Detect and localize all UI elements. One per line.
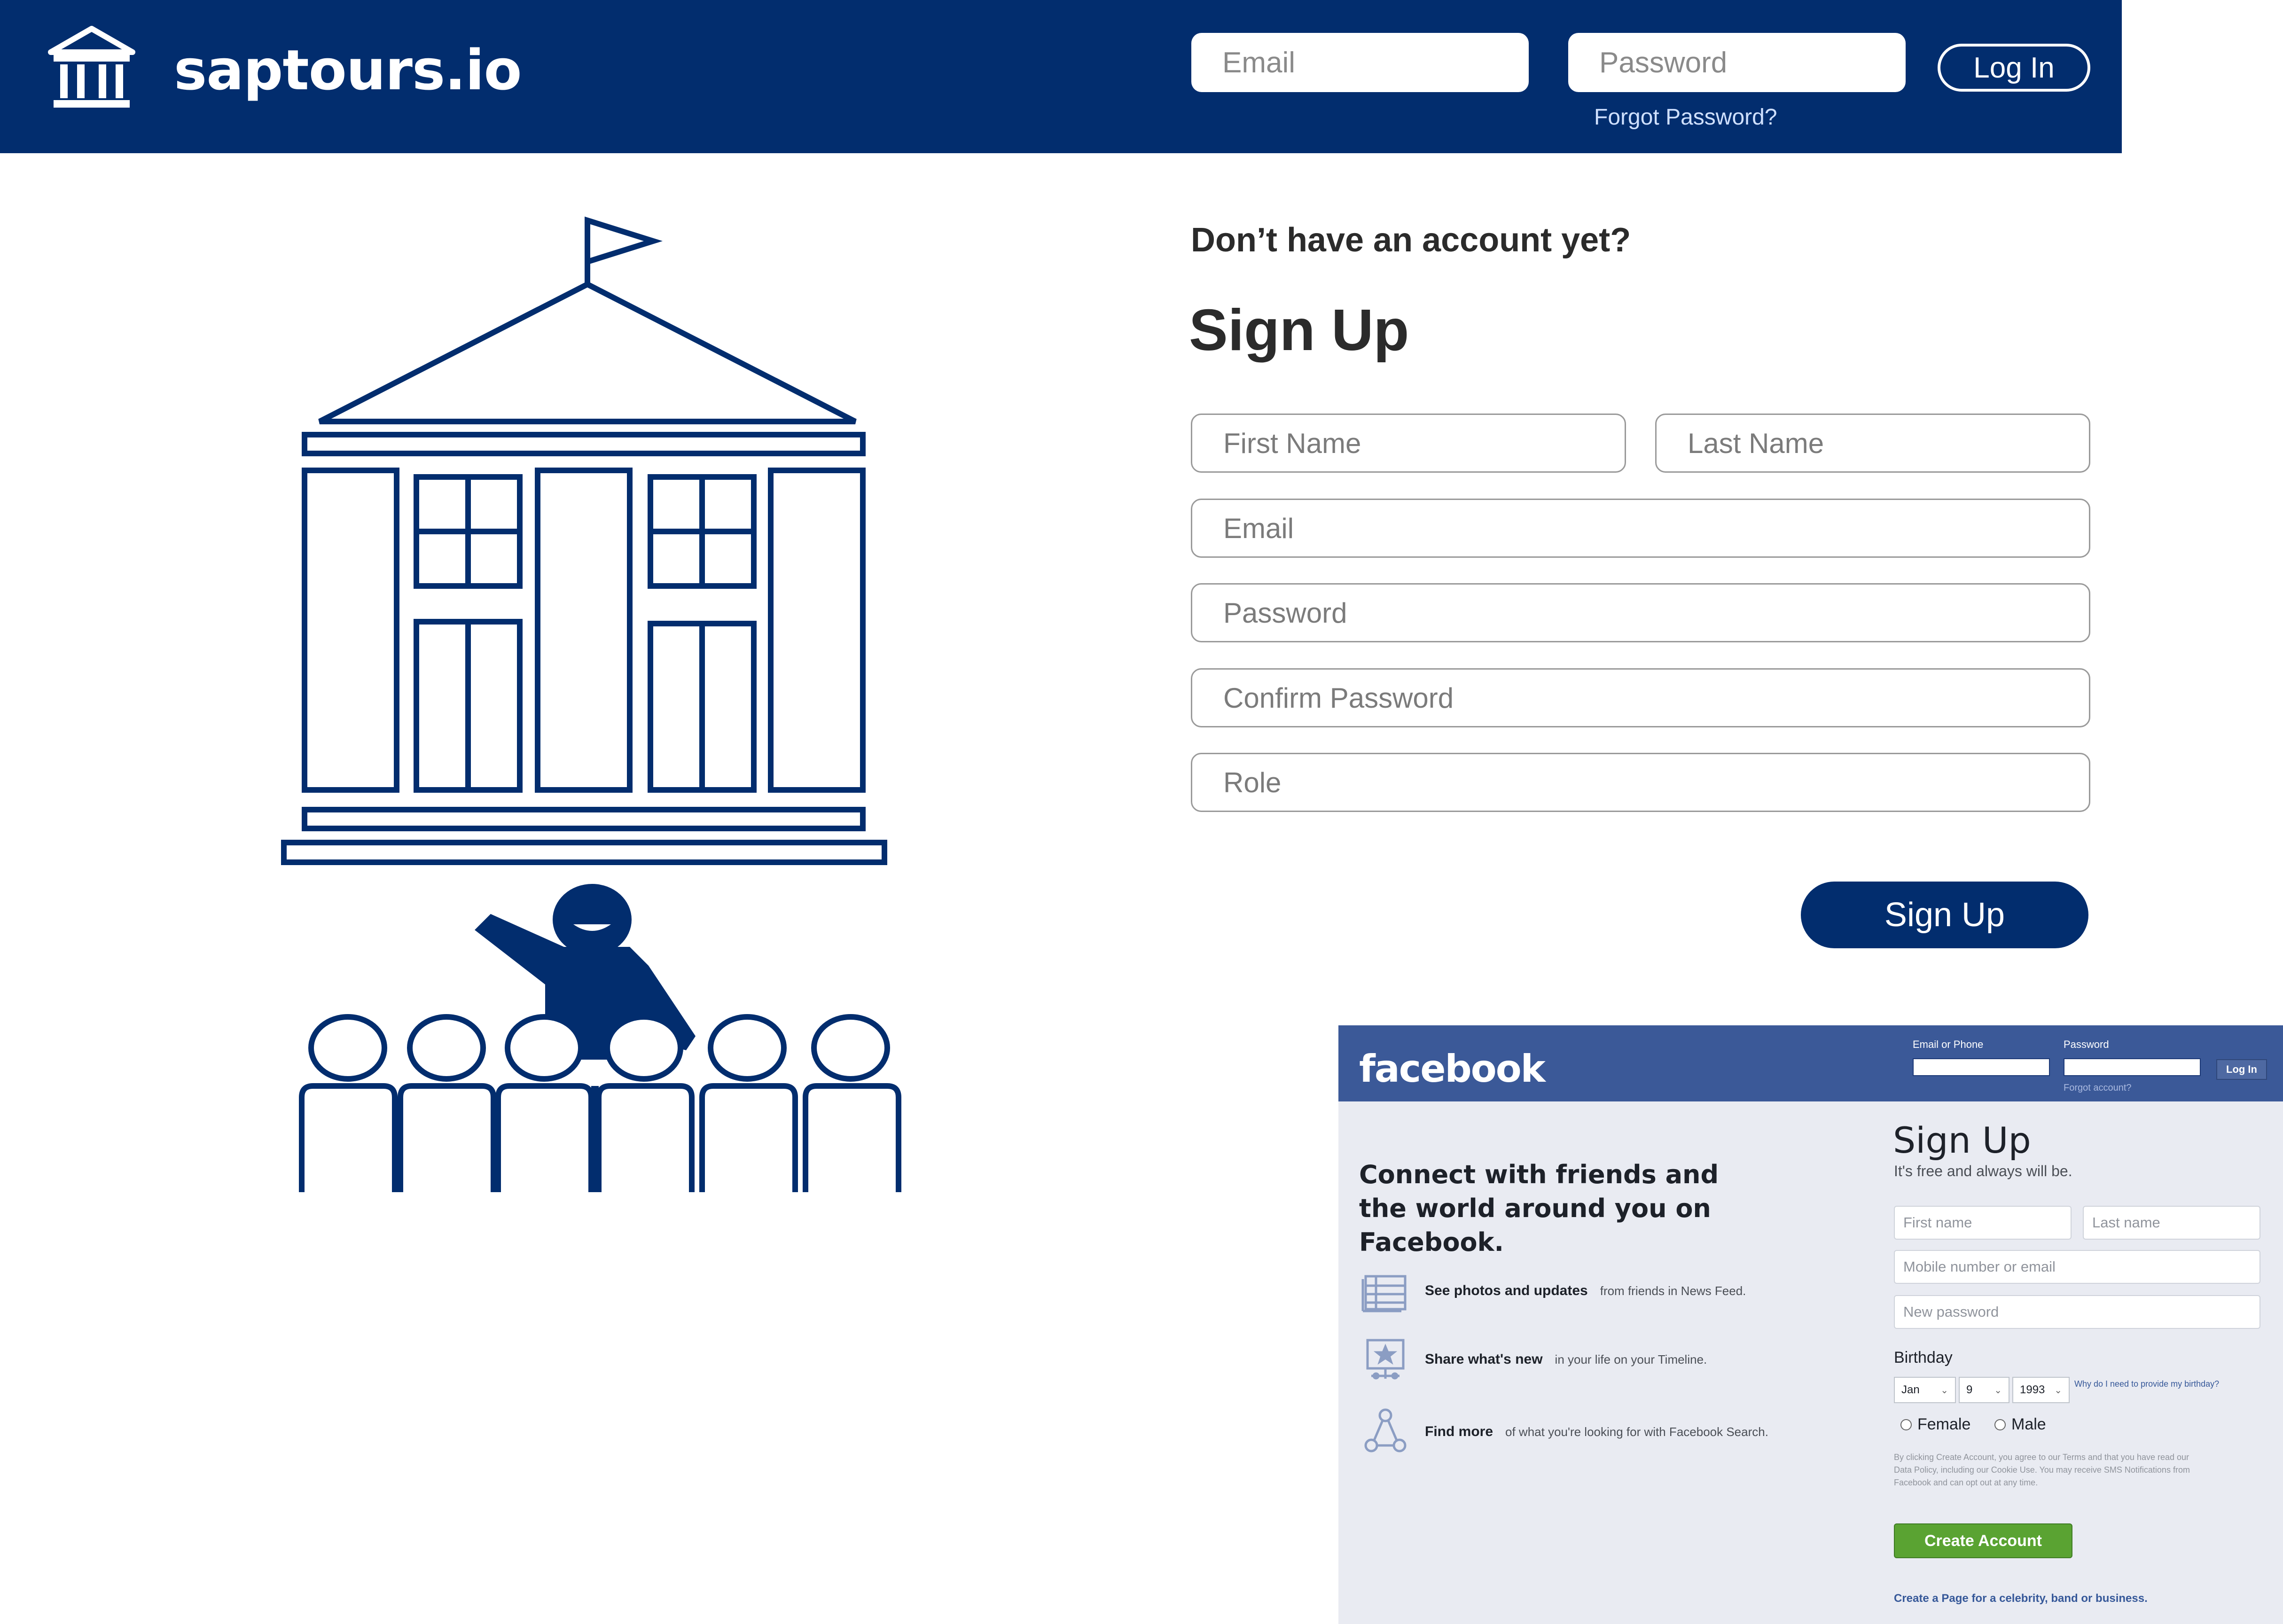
fb-tagline: Connect with friends and the world aroun…	[1359, 1160, 1719, 1257]
header-password-input[interactable]: Password	[1568, 33, 1906, 92]
fb-day-value: 9	[1966, 1383, 1973, 1396]
timeline-icon	[1366, 1339, 1405, 1380]
password-field[interactable]: Password	[1191, 583, 2090, 642]
fb-female-label: Female	[1917, 1415, 1971, 1433]
fb-feature-desc: of what you're looking for with Facebook…	[1505, 1424, 1768, 1439]
email-field[interactable]: Email	[1191, 499, 2090, 558]
fb-last-name-input[interactable]: Last name	[2083, 1206, 2260, 1240]
search-graph-icon	[1364, 1408, 1407, 1452]
fb-feature-title: See photos and updates	[1425, 1283, 1588, 1298]
first-name-field[interactable]: First Name	[1191, 414, 1626, 473]
fb-feature-row: See photos and updates from friends in N…	[1359, 1265, 1829, 1317]
signup-prompt: Don’t have an account yet?	[1191, 221, 1631, 259]
fb-month-value: Jan	[1901, 1383, 1920, 1396]
fb-male-radio[interactable]: Male	[1994, 1415, 2046, 1434]
top-navigation-bar: saptours.io Email Password Log In Forgot…	[0, 0, 2122, 153]
login-button[interactable]: Log In	[1938, 44, 2090, 92]
role-field[interactable]: Role	[1191, 753, 2090, 812]
chevron-down-icon: ⌄	[1994, 1385, 2002, 1396]
fb-terms-text: By clicking Create Account, you agree to…	[1894, 1452, 2190, 1487]
fb-signup-title: Sign Up	[1893, 1119, 2031, 1161]
fb-forgot-link[interactable]: Forgot account?	[2064, 1083, 2132, 1093]
last-name-field[interactable]: Last Name	[1655, 414, 2090, 473]
fb-email-input[interactable]	[1913, 1058, 2050, 1076]
fb-feature-row: Find more of what you're looking for wit…	[1359, 1406, 1829, 1458]
fb-year-select[interactable]: 1993 ⌄	[2012, 1377, 2070, 1403]
signup-title: Sign Up	[1189, 298, 1409, 363]
forgot-password-link[interactable]: Forgot Password?	[1594, 104, 1777, 130]
signup-button[interactable]: Sign Up	[1801, 882, 2088, 948]
news-feed-icon	[1361, 1275, 1407, 1312]
chevron-down-icon: ⌄	[2054, 1385, 2062, 1396]
fb-why-birthday-link[interactable]: Why do I need to provide my birthday?	[2074, 1378, 2225, 1390]
facebook-logo[interactable]: facebook	[1359, 1047, 1546, 1091]
radio-icon	[1900, 1419, 1912, 1430]
fb-mobile-input[interactable]: Mobile number or email	[1894, 1250, 2260, 1284]
facebook-top-bar: facebook Email or Phone Password Log In …	[1338, 1025, 2283, 1101]
fb-female-radio[interactable]: Female	[1900, 1415, 1970, 1434]
fb-birthday-label: Birthday	[1894, 1349, 1953, 1366]
fb-new-password-input[interactable]: New password	[1894, 1295, 2260, 1329]
fb-password-label: Password	[2064, 1038, 2109, 1050]
fb-feature-desc: from friends in News Feed.	[1600, 1283, 1746, 1298]
radio-icon	[1994, 1419, 2006, 1430]
fb-day-select[interactable]: 9 ⌄	[1959, 1377, 2009, 1403]
fb-feature-desc: in your life on your Timeline.	[1555, 1352, 1707, 1366]
fb-first-name-input[interactable]: First name	[1894, 1206, 2072, 1240]
header-email-input[interactable]: Email	[1191, 33, 1529, 92]
fb-feature-row: Share what's new in your life on your Ti…	[1359, 1334, 1829, 1385]
fb-password-input[interactable]	[2064, 1058, 2201, 1076]
bank-building-icon	[48, 26, 135, 108]
facebook-reference-screenshot: facebook Email or Phone Password Log In …	[1338, 1025, 2283, 1624]
fb-month-select[interactable]: Jan ⌄	[1894, 1377, 1956, 1403]
fb-create-account-button[interactable]: Create Account	[1894, 1523, 2072, 1558]
fb-male-label: Male	[2011, 1415, 2046, 1433]
fb-feature-title: Find more	[1425, 1424, 1493, 1439]
fb-feature-title: Share what's new	[1425, 1351, 1543, 1367]
school-building-illustration	[281, 216, 901, 1192]
fb-email-label: Email or Phone	[1913, 1038, 1984, 1050]
chevron-down-icon: ⌄	[1940, 1385, 1948, 1396]
fb-login-button[interactable]: Log In	[2216, 1059, 2267, 1080]
confirm-password-field[interactable]: Confirm Password	[1191, 668, 2090, 727]
brand-name[interactable]: saptours.io	[174, 38, 522, 102]
fb-create-page-link[interactable]: Create a Page for a celebrity, band or b…	[1894, 1592, 2148, 1605]
fb-signup-subtitle: It's free and always will be.	[1894, 1163, 2072, 1179]
fb-year-value: 1993	[2020, 1383, 2045, 1396]
